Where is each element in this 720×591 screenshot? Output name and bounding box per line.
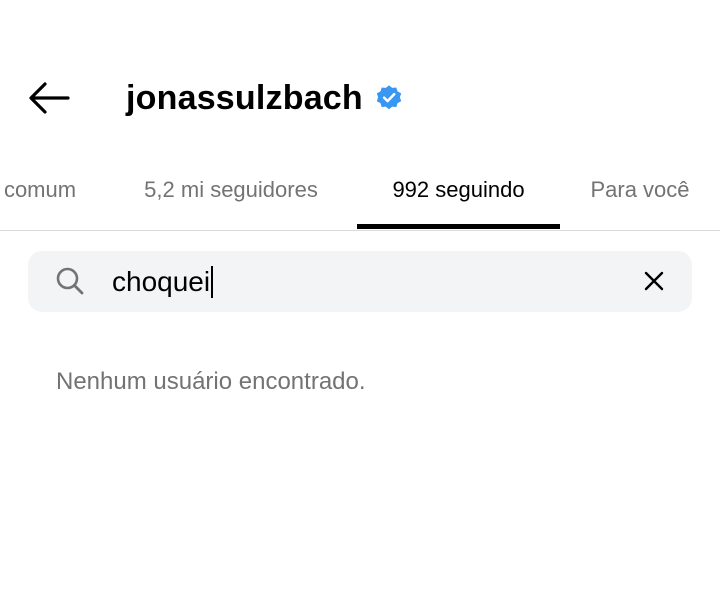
username: jonassulzbach — [126, 78, 363, 117]
search-icon — [56, 267, 84, 295]
clear-search-button[interactable] — [638, 265, 670, 297]
tab-followers[interactable]: 5,2 mi seguidores — [118, 152, 344, 228]
search-input[interactable]: choquei — [112, 261, 612, 302]
search-input-value: choquei — [112, 265, 211, 297]
header: jonassulzbach — [0, 60, 720, 136]
tab-following[interactable]: 992 seguindo — [357, 152, 560, 228]
empty-results-message: Nenhum usuário encontrado. — [56, 368, 366, 395]
follow-tabs: comum 5,2 mi seguidores 992 seguindo Par… — [0, 152, 720, 231]
close-icon — [644, 271, 664, 291]
back-button[interactable] — [26, 76, 72, 120]
active-tab-indicator — [357, 224, 560, 229]
tab-for-you[interactable]: Para você — [574, 152, 706, 228]
text-caret — [211, 265, 214, 298]
search-bar[interactable]: choquei — [28, 251, 692, 312]
tab-mutual[interactable]: comum — [0, 152, 92, 228]
following-list-page: jonassulzbach comum 5,2 mi seguidores 99… — [0, 0, 720, 591]
verified-badge-icon — [376, 85, 402, 110]
profile-title: jonassulzbach — [126, 76, 403, 120]
arrow-left-icon — [29, 82, 70, 114]
